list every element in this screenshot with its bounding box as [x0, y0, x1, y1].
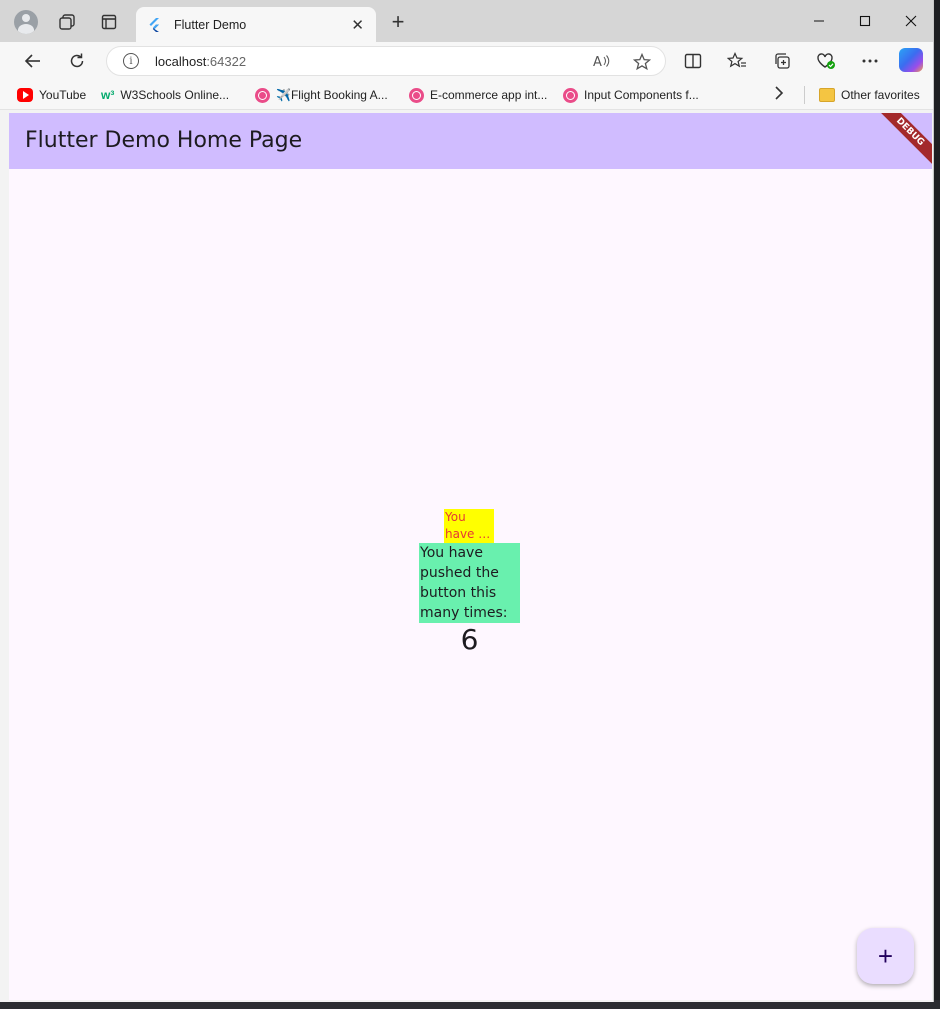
new-tab-button[interactable]: + — [386, 9, 410, 34]
browser-toolbar: i localhost :64322 A — [0, 42, 933, 80]
favorite-label: Input Components f... — [584, 88, 699, 102]
browser-window: Flutter Demo ✕ + i localhost :64322 A Yo… — [0, 0, 934, 1002]
favorite-flight-booking[interactable]: ✈️Flight Booking A... — [255, 87, 388, 103]
favorite-input-components[interactable]: Input Components f... — [563, 87, 699, 103]
split-screen-icon[interactable] — [683, 51, 703, 71]
back-icon[interactable] — [20, 49, 46, 73]
tab-strip: Flutter Demo ✕ + — [0, 0, 933, 42]
workspaces-icon[interactable] — [55, 10, 79, 34]
favorite-w3schools[interactable]: w³ W3Schools Online... — [101, 87, 229, 103]
plus-icon: + — [877, 940, 894, 971]
yellow-text-line: You — [445, 510, 466, 524]
more-icon[interactable] — [860, 51, 880, 71]
favorite-youtube[interactable]: YouTube — [17, 87, 86, 103]
dribbble-icon — [409, 87, 424, 103]
read-aloud-icon[interactable]: A — [593, 53, 611, 73]
other-favorites[interactable]: Other favorites — [819, 87, 920, 103]
tab-actions-icon[interactable] — [97, 10, 121, 34]
star-icon[interactable] — [632, 52, 652, 75]
copilot-icon[interactable] — [899, 48, 923, 72]
counter-value: 6 — [460, 623, 479, 656]
green-text-box: You have pushed the button this many tim… — [419, 543, 520, 623]
close-window-button[interactable] — [888, 0, 933, 42]
youtube-icon — [17, 88, 33, 102]
yellow-overflow-text-box: You have p... — [444, 509, 494, 543]
refresh-icon[interactable] — [64, 49, 90, 73]
app-bar: Flutter Demo Home Page — [9, 113, 932, 169]
tab-flutter-demo[interactable]: Flutter Demo ✕ — [136, 7, 376, 42]
favorite-label: E-commerce app int... — [430, 88, 548, 102]
folder-icon — [819, 88, 835, 102]
svg-text:A: A — [593, 55, 602, 69]
favorite-ecommerce[interactable]: E-commerce app int... — [409, 87, 547, 103]
favorites-icon[interactable] — [727, 51, 747, 71]
page-title: Flutter Demo Home Page — [25, 128, 303, 153]
w3schools-icon: w³ — [101, 88, 115, 102]
flutter-icon — [149, 17, 159, 32]
dribbble-icon — [563, 87, 578, 103]
collections-icon[interactable] — [772, 51, 792, 71]
yellow-text-line: have p... — [445, 527, 494, 541]
flutter-app-viewport: Flutter Demo Home Page DEBUG You have p.… — [9, 113, 932, 1000]
favorite-label: YouTube — [39, 88, 87, 102]
url-host: localhost — [155, 53, 207, 69]
favorite-label: W3Schools Online... — [120, 88, 230, 102]
minimize-button[interactable] — [796, 0, 842, 42]
favorites-bar: YouTube w³ W3Schools Online... ✈️Flight … — [0, 80, 933, 110]
chevron-right-icon[interactable] — [774, 86, 784, 104]
favorites-divider — [804, 86, 805, 104]
tab-title: Flutter Demo — [174, 17, 247, 32]
heart-icon[interactable] — [816, 51, 836, 71]
url-port: :64322 — [206, 53, 247, 69]
other-favorites-label: Other favorites — [841, 88, 920, 102]
profile-icon[interactable] — [14, 10, 38, 34]
address-bar[interactable]: i localhost :64322 A — [106, 46, 666, 76]
favorite-label: ✈️Flight Booking A... — [276, 88, 388, 102]
maximize-button[interactable] — [842, 0, 888, 42]
close-tab-icon[interactable]: ✕ — [351, 16, 364, 34]
dribbble-icon — [255, 87, 270, 103]
increment-button[interactable]: + — [857, 928, 914, 984]
site-info-icon[interactable]: i — [123, 53, 139, 69]
